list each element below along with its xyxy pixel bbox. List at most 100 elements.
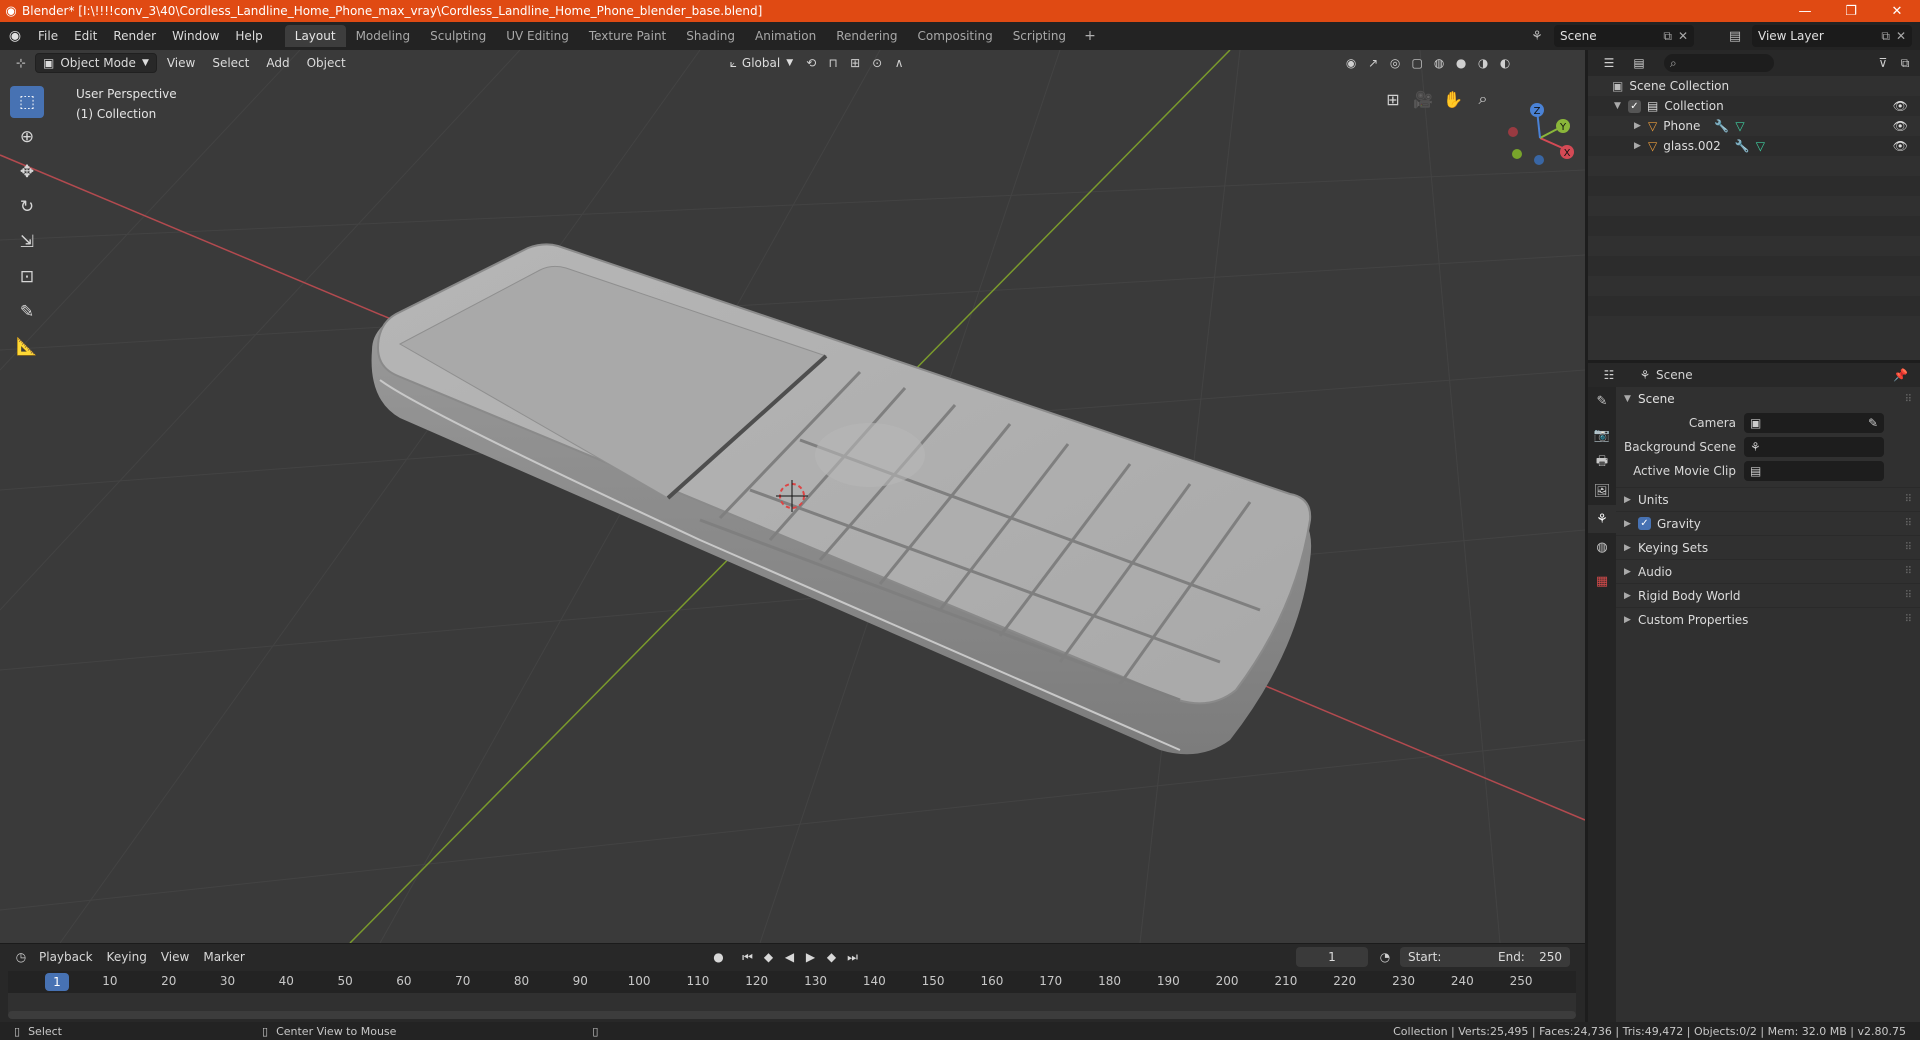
pan-hand-icon[interactable]: ✋ (1438, 86, 1468, 112)
scene-panel-header[interactable]: ▼ Scene ⠿ (1616, 387, 1920, 411)
zoom-icon[interactable]: ⌕ (1468, 86, 1498, 112)
annotate-icon[interactable]: ✎ (10, 296, 44, 328)
background-scene-field[interactable]: ⚘ (1744, 437, 1884, 457)
editor-type-icon[interactable]: ⊹ (10, 53, 32, 73)
render-tab-icon[interactable]: 📷 (1588, 421, 1616, 449)
wireframe-shading-icon[interactable]: ◍ (1428, 53, 1450, 73)
scene-selector-icon[interactable]: ⚘ (1522, 25, 1552, 47)
orientation-selector[interactable]: ⟀ Global ▼ (723, 53, 800, 73)
drag-handle-icon[interactable]: ⠿ (1905, 614, 1912, 625)
movie-clip-field[interactable]: ▤ (1744, 461, 1884, 481)
timeline-scrollbar[interactable] (8, 1011, 1576, 1019)
gravity-panel-header[interactable]: ▶ ✓ Gravity ⠿ (1616, 511, 1920, 535)
gizmo-toggle-icon[interactable]: ↗ (1362, 53, 1384, 73)
display-mode-icon[interactable]: ▤ (1628, 53, 1650, 73)
next-keyframe-icon[interactable]: ◆ (821, 947, 842, 967)
remove-view-layer-icon[interactable]: ✕ (1896, 29, 1906, 43)
eye-icon[interactable]: 👁 (1893, 99, 1908, 113)
close-button[interactable]: ✕ (1874, 0, 1920, 22)
new-view-layer-icon[interactable]: ⧉ (1881, 29, 1890, 44)
tab-compositing[interactable]: Compositing (907, 25, 1002, 47)
world-tab-icon[interactable]: ◍ (1588, 533, 1616, 561)
frame-ruler[interactable]: 1 10 20 30 40 50 60 70 80 90 100 110 120 130 140 150 16… (8, 971, 1576, 993)
view-layer-icon[interactable]: ▤ (1720, 25, 1750, 47)
drag-handle-icon[interactable]: ⠿ (1905, 542, 1912, 553)
visibility-icon[interactable]: ◉ (1340, 53, 1362, 73)
pivot-icon[interactable]: ⟲ (800, 53, 822, 73)
transform-icon[interactable]: ⊡ (10, 261, 44, 293)
tab-shading[interactable]: Shading (676, 25, 745, 47)
falloff-icon[interactable]: ∧ (888, 53, 910, 73)
units-panel-header[interactable]: ▶ Units ⠿ (1616, 487, 1920, 511)
mode-selector[interactable]: ▣ Object Mode ▼ (35, 53, 157, 73)
overlay-toggle-icon[interactable]: ◎ (1384, 53, 1406, 73)
grid-view-icon[interactable]: ⊞ (1378, 86, 1408, 112)
output-tab-icon[interactable]: 🖶 (1588, 449, 1616, 477)
menu-help[interactable]: Help (227, 22, 270, 50)
gravity-checkbox[interactable]: ✓ (1638, 517, 1651, 530)
blender-menu-icon[interactable]: ◉ (0, 28, 30, 44)
material-shading-icon[interactable]: ◑ (1472, 53, 1494, 73)
editor-type-icon[interactable]: ☰ (1598, 53, 1620, 73)
editor-type-icon[interactable]: ☷ (1598, 365, 1620, 385)
scene-name-field[interactable]: Scene ⧉ ✕ (1554, 25, 1694, 47)
editor-type-icon[interactable]: ◷ (10, 947, 32, 967)
add-workspace-icon[interactable]: + (1076, 25, 1104, 47)
menu-timeline-view[interactable]: View (154, 950, 196, 964)
move-icon[interactable]: ✥ (10, 156, 44, 188)
view-layer-tab-icon[interactable]: 🖼 (1588, 477, 1616, 505)
outliner-search-input[interactable]: ⌕ (1664, 54, 1774, 72)
measure-icon[interactable]: 📐 (10, 331, 44, 363)
eyedropper-icon[interactable]: ✎ (1868, 416, 1878, 430)
cursor-icon[interactable]: ⊕ (10, 121, 44, 153)
new-scene-icon[interactable]: ⧉ (1663, 29, 1672, 44)
solid-shading-icon[interactable]: ● (1450, 53, 1472, 73)
menu-keying[interactable]: Keying (100, 950, 154, 964)
outliner-row-phone[interactable]: ▶ ▽ Phone 🔧 ▽ 👁 (1588, 116, 1920, 136)
drag-handle-icon[interactable]: ⠿ (1905, 494, 1912, 505)
menu-window[interactable]: Window (164, 22, 227, 50)
outliner-row-collection[interactable]: ▼ ✓ ▤ Collection 👁 (1588, 96, 1920, 116)
maximize-button[interactable]: ❐ (1828, 0, 1874, 22)
outliner-row-glass[interactable]: ▶ ▽ glass.002 🔧 ▽ 👁 (1588, 136, 1920, 156)
camera-view-icon[interactable]: 🎥 (1408, 86, 1438, 112)
rigid-body-panel-header[interactable]: ▶ Rigid Body World ⠿ (1616, 583, 1920, 607)
remove-scene-icon[interactable]: ✕ (1678, 29, 1688, 43)
select-box-icon[interactable]: ⬚ (10, 86, 44, 118)
eye-icon[interactable]: 👁 (1893, 139, 1908, 153)
menu-file[interactable]: File (30, 22, 66, 50)
drag-handle-icon[interactable]: ⠿ (1905, 518, 1912, 529)
tab-uv-editing[interactable]: UV Editing (496, 25, 579, 47)
menu-marker[interactable]: Marker (196, 950, 251, 964)
3d-viewport[interactable]: ⊹ ▣ Object Mode ▼ View Select Add Object… (0, 50, 1585, 943)
scale-icon[interactable]: ⇲ (10, 226, 44, 258)
menu-object[interactable]: Object (300, 53, 353, 73)
rendered-shading-icon[interactable]: ◐ (1494, 53, 1516, 73)
rotate-icon[interactable]: ↻ (10, 191, 44, 223)
tool-tab-icon[interactable]: ✎ (1588, 387, 1616, 415)
drag-handle-icon[interactable]: ⠿ (1905, 394, 1912, 405)
tab-rendering[interactable]: Rendering (826, 25, 907, 47)
preview-range-icon[interactable]: ◔ (1374, 947, 1396, 967)
custom-properties-panel-header[interactable]: ▶ Custom Properties ⠿ (1616, 607, 1920, 631)
current-frame-field[interactable]: 1 (1296, 947, 1368, 967)
tab-animation[interactable]: Animation (745, 25, 826, 47)
menu-edit[interactable]: Edit (66, 22, 105, 50)
tab-layout[interactable]: Layout (284, 25, 346, 47)
scene-tab-icon[interactable]: ⚘ (1588, 505, 1616, 533)
current-frame-indicator[interactable]: 1 (45, 973, 69, 991)
drag-handle-icon[interactable]: ⠿ (1905, 590, 1912, 601)
menu-playback[interactable]: Playback (32, 950, 100, 964)
jump-start-icon[interactable]: ⏮ (737, 947, 758, 967)
play-icon[interactable]: ▶ (800, 947, 821, 967)
tab-texture-paint[interactable]: Texture Paint (579, 25, 676, 47)
camera-field[interactable]: ▣ ✎ (1744, 413, 1884, 433)
outliner-row-scene-collection[interactable]: ▣ Scene Collection (1588, 76, 1920, 96)
menu-add[interactable]: Add (259, 53, 296, 73)
audio-panel-header[interactable]: ▶ Audio ⠿ (1616, 559, 1920, 583)
menu-view[interactable]: View (160, 53, 202, 73)
xray-icon[interactable]: ▢ (1406, 53, 1428, 73)
tab-modeling[interactable]: Modeling (346, 25, 421, 47)
menu-select[interactable]: Select (205, 53, 256, 73)
drag-handle-icon[interactable]: ⠿ (1905, 566, 1912, 577)
